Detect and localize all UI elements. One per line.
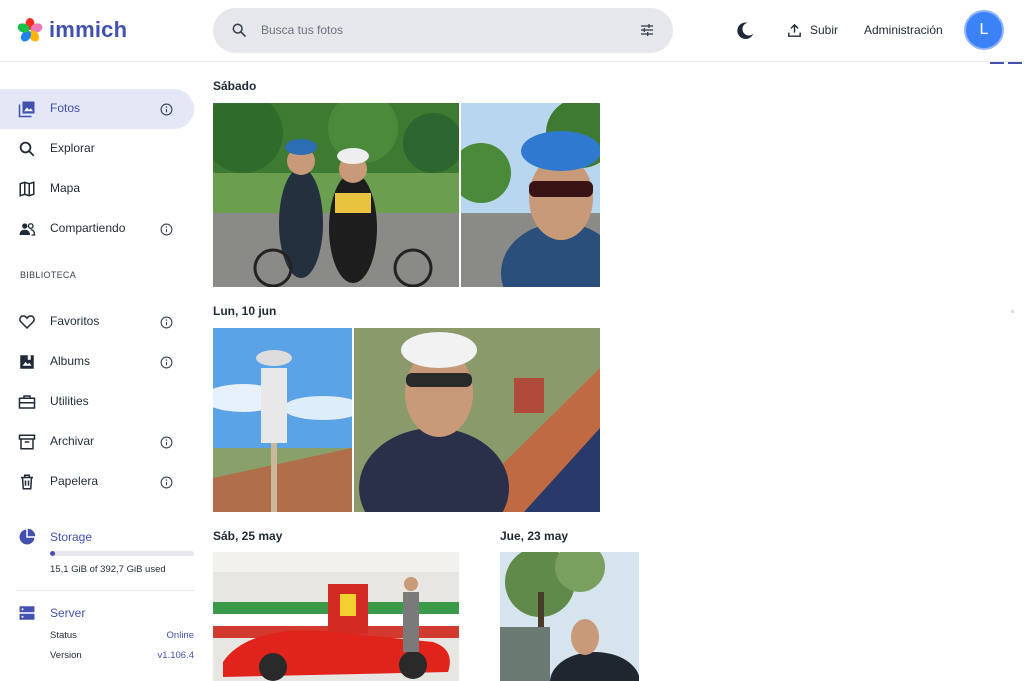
info-icon[interactable] xyxy=(160,356,173,369)
immich-logo[interactable]: immich xyxy=(17,16,127,44)
info-icon[interactable] xyxy=(160,316,173,329)
sidebar-item-mapa[interactable]: Mapa xyxy=(0,169,194,209)
upload-label: Subir xyxy=(810,23,839,37)
search-input[interactable] xyxy=(261,16,621,44)
administration-button[interactable]: Administración xyxy=(864,19,943,41)
heart-icon xyxy=(19,315,35,330)
sidebar-divider xyxy=(16,590,194,591)
server-icon xyxy=(19,606,35,620)
user-avatar[interactable]: L xyxy=(964,10,1004,50)
sidebar-item-label: Compartiendo xyxy=(50,221,126,235)
sidebar-item-explorar[interactable]: Explorar xyxy=(0,129,194,169)
storage-usage-fill xyxy=(50,551,56,556)
photo-timeline: Sábado Lun, 10 jun Sáb, 25 may Jue, 23 m… xyxy=(200,62,1024,681)
top-bar: immich Subir Administración L xyxy=(0,0,1024,62)
info-icon[interactable] xyxy=(160,476,173,489)
photo-thumbnail[interactable] xyxy=(354,328,600,512)
sidebar-item-label: Explorar xyxy=(50,141,95,155)
date-group-title[interactable]: Sáb, 25 may xyxy=(213,529,282,543)
server-version-row: Version v1.106.4 xyxy=(50,650,194,661)
photo-thumbnail[interactable] xyxy=(213,552,459,681)
photo-thumbnail[interactable] xyxy=(213,103,459,287)
photo-thumbnail[interactable] xyxy=(461,103,600,287)
storage-used-text: 15,1 GiB of 392,7 GiB used xyxy=(50,564,166,575)
photos-icon xyxy=(18,101,35,118)
avatar-initial: L xyxy=(979,21,989,38)
ferrari-photo xyxy=(213,552,459,681)
toolbox-icon xyxy=(18,395,36,409)
immich-logo-icon xyxy=(17,18,43,42)
search-icon xyxy=(19,141,35,157)
sidebar-item-label: Favoritos xyxy=(50,314,100,328)
storage-title: Storage xyxy=(50,530,93,544)
storage-usage-bar xyxy=(50,551,194,556)
search-icon xyxy=(232,23,246,37)
photo-thumbnail[interactable] xyxy=(213,328,352,512)
sidebar-item-archivar[interactable]: Archivar xyxy=(0,422,194,462)
server-status-label: Status xyxy=(50,630,77,641)
cyclist-selfie-photo xyxy=(461,103,600,287)
info-icon[interactable] xyxy=(160,103,173,116)
server-status-row: Status Online xyxy=(50,630,194,641)
sidebar-item-papelera[interactable]: Papelera xyxy=(0,462,194,502)
sidebar-item-label: Mapa xyxy=(50,181,81,195)
library-section-title: BIBLIOTECA xyxy=(20,270,77,280)
sidebar-item-label: Fotos xyxy=(50,101,81,115)
sidebar-item-utilities[interactable]: Utilities xyxy=(0,382,194,422)
sidebar-item-label: Utilities xyxy=(50,394,89,408)
date-group-title[interactable]: Lun, 10 jun xyxy=(213,304,276,318)
search-bar[interactable] xyxy=(213,8,673,53)
cyclists-photo xyxy=(213,103,459,287)
sidebar-item-label: Papelera xyxy=(50,474,99,488)
upload-icon xyxy=(788,23,801,37)
app-name: immich xyxy=(49,17,128,42)
date-group-title[interactable]: Jue, 23 may xyxy=(500,529,568,543)
sidebar-item-albums[interactable]: Albums xyxy=(0,342,194,382)
album-icon xyxy=(20,355,34,369)
timeline-scrubber-marker[interactable] xyxy=(990,62,1022,64)
server-title: Server xyxy=(50,606,86,620)
sidebar-item-favoritos[interactable]: Favoritos xyxy=(0,302,194,342)
server-version-value[interactable]: v1.106.4 xyxy=(158,650,194,661)
archive-icon xyxy=(18,434,36,450)
sidebar-item-fotos[interactable]: Fotos xyxy=(0,89,194,129)
upload-button[interactable]: Subir xyxy=(786,19,838,41)
trash-icon xyxy=(21,474,33,490)
administration-label: Administración xyxy=(864,23,943,37)
map-icon xyxy=(19,181,35,197)
people-icon xyxy=(19,223,36,236)
dark-mode-toggle-icon[interactable] xyxy=(734,20,756,42)
sidebar-item-label: Albums xyxy=(50,354,91,368)
immich-app: immich Subir Administración L Fotos xyxy=(0,0,1024,681)
server-status-value: Online xyxy=(166,630,194,641)
date-group-title[interactable]: Sábado xyxy=(213,79,256,93)
photo-thumbnail[interactable] xyxy=(500,552,639,681)
info-icon[interactable] xyxy=(160,436,173,449)
sidebar-item-compartiendo[interactable]: Compartiendo xyxy=(0,209,194,249)
sidebar: Fotos Explorar Mapa Compartiendo BIBLIOT… xyxy=(0,62,200,681)
rooftop-selfie-photo xyxy=(354,328,600,512)
tree-selfie-photo xyxy=(500,552,639,681)
server-version-label: Version xyxy=(50,650,82,661)
search-filters-icon[interactable] xyxy=(639,22,655,38)
weather-station-photo xyxy=(213,328,352,512)
sidebar-item-label: Archivar xyxy=(50,434,95,448)
storage-pie-icon xyxy=(19,528,36,545)
timeline-scrubber-dot[interactable] xyxy=(1011,310,1014,313)
info-icon[interactable] xyxy=(160,223,173,236)
